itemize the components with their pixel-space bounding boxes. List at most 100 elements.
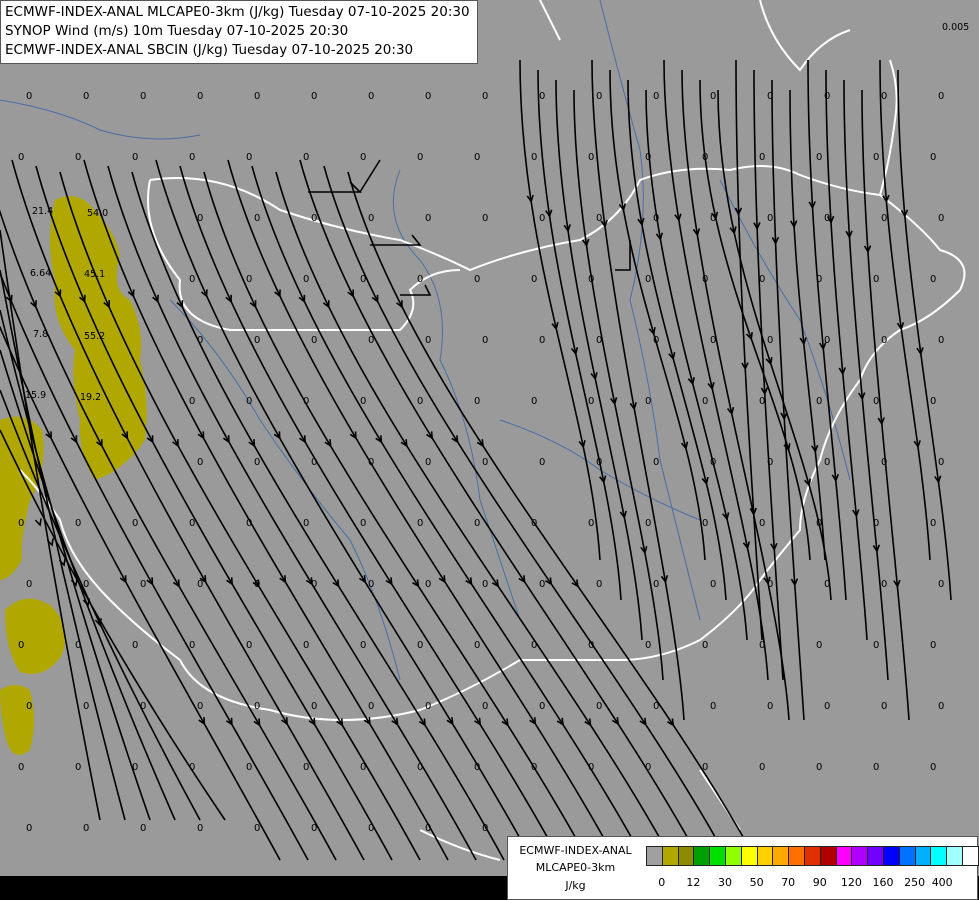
sbcin-zero-label: 0: [360, 518, 366, 529]
sbcin-zero-label: 0: [653, 335, 659, 346]
sbcin-zero-label: 0: [197, 213, 203, 224]
sbcin-zero-label: 0: [539, 213, 545, 224]
legend-tick-label: 160: [872, 876, 894, 889]
sbcin-zero-label: 0: [653, 701, 659, 712]
sbcin-zero-label: 0: [75, 762, 81, 773]
sbcin-zero-label: 0: [189, 274, 195, 285]
sbcin-zero-label: 0: [368, 335, 374, 346]
sbcin-zero-label: 0: [311, 701, 317, 712]
sbcin-zero-label: 0: [539, 457, 545, 468]
sbcin-label: 15.9: [25, 390, 46, 401]
legend-swatch: [740, 846, 758, 866]
sbcin-zero-label: 0: [246, 152, 252, 163]
sbcin-zero-label: 0: [474, 762, 480, 773]
sbcin-label: 54.0: [87, 208, 108, 219]
sbcin-zero-label: 0: [645, 640, 651, 651]
sbcin-zero-label: 0: [311, 823, 317, 834]
sbcin-zero-label: 0: [417, 274, 423, 285]
sbcin-zero-label: 0: [539, 91, 545, 102]
sbcin-zero-label: 0: [197, 823, 203, 834]
legend-swatch: [883, 846, 900, 866]
sbcin-zero-label: 0: [759, 640, 765, 651]
sbcin-label-small: 0.005: [942, 22, 969, 33]
sbcin-zero-label: 0: [710, 457, 716, 468]
sbcin-zero-label: 0: [18, 518, 24, 529]
sbcin-zero-label: 0: [596, 457, 602, 468]
sbcin-zero-label: 0: [368, 823, 374, 834]
sbcin-zero-label: 0: [588, 762, 594, 773]
sbcin-zero-label: 0: [18, 152, 24, 163]
sbcin-zero-label: 0: [303, 396, 309, 407]
sbcin-zero-label: 0: [482, 213, 488, 224]
sbcin-zero-label: 0: [303, 640, 309, 651]
sbcin-zero-label: 0: [140, 823, 146, 834]
sbcin-zero-label: 0: [246, 396, 252, 407]
sbcin-zero-label: 0: [759, 152, 765, 163]
sbcin-zero-label: 0: [254, 91, 260, 102]
header-line-wind: SYNOP Wind (m/s) 10m Tuesday 07-10-2025 …: [5, 23, 349, 39]
sbcin-zero-label: 0: [474, 274, 480, 285]
sbcin-zero-label: 0: [360, 640, 366, 651]
sbcin-zero-label: 0: [645, 274, 651, 285]
sbcin-zero-label: 0: [189, 396, 195, 407]
sbcin-zero-label: 0: [645, 396, 651, 407]
sbcin-zero-label: 0: [930, 152, 936, 163]
sbcin-zero-label: 0: [531, 396, 537, 407]
sbcin-zero-label: 0: [873, 274, 879, 285]
legend-title: ECMWF-INDEX-ANAL: [519, 844, 632, 857]
legend-swatch: [661, 846, 679, 866]
sbcin-zero-label: 0: [710, 213, 716, 224]
sbcin-zero-label: 0: [824, 701, 830, 712]
sbcin-zero-label: 0: [645, 762, 651, 773]
sbcin-zero-label: 0: [26, 823, 32, 834]
sbcin-zero-label: 0: [482, 91, 488, 102]
sbcin-zero-label: 0: [881, 91, 887, 102]
sbcin-zero-label: 0: [531, 640, 537, 651]
sbcin-zero-label: 0: [588, 152, 594, 163]
sbcin-zero-label: 0: [474, 640, 480, 651]
sbcin-zero-label: 0: [246, 274, 252, 285]
sbcin-zero-label: 0: [767, 91, 773, 102]
sbcin-zero-label: 0: [702, 518, 708, 529]
sbcin-zero-label: 0: [368, 701, 374, 712]
sbcin-zero-label: 0: [311, 213, 317, 224]
sbcin-zero-label: 0: [246, 762, 252, 773]
legend-swatch: [709, 846, 726, 866]
sbcin-zero-label: 0: [140, 91, 146, 102]
sbcin-zero-label: 0: [83, 701, 89, 712]
sbcin-zero-label: 0: [938, 457, 944, 468]
sbcin-zero-label: 0: [189, 518, 195, 529]
sbcin-zero-label: 0: [588, 640, 594, 651]
sbcin-zero-label: 0: [75, 640, 81, 651]
sbcin-zero-label: 0: [425, 213, 431, 224]
sbcin-zero-label: 0: [425, 701, 431, 712]
sbcin-zero-label: 0: [531, 152, 537, 163]
sbcin-zero-label: 0: [140, 701, 146, 712]
sbcin-zero-label: 0: [303, 274, 309, 285]
weather-map: 0 0 0 0 0 0 0 0 0 0 0 0 0 0 0 0 0 0 0 0 0 0 0 0 0 0 0 0 0 0 0 0 0 0 0 0 0 0 0 0…: [0, 0, 979, 900]
sbcin-zero-label: 0: [368, 579, 374, 590]
legend-swatch: [914, 846, 932, 866]
sbcin-zero-label: 0: [702, 640, 708, 651]
sbcin-zero-label: 0: [189, 762, 195, 773]
header-line-cin: ECMWF-INDEX-ANAL SBCIN (J/kg) Tuesday 07…: [5, 42, 414, 58]
sbcin-zero-label: 0: [938, 701, 944, 712]
sbcin-zero-label: 0: [303, 762, 309, 773]
sbcin-zero-label: 0: [246, 640, 252, 651]
sbcin-zero-label: 0: [75, 518, 81, 529]
sbcin-zero-label: 0: [254, 335, 260, 346]
sbcin-zero-label: 0: [759, 274, 765, 285]
sbcin-zero-label: 0: [596, 579, 602, 590]
sbcin-zero-label: 0: [360, 152, 366, 163]
sbcin-zero-label: 0: [881, 701, 887, 712]
sbcin-zero-label: 0: [930, 274, 936, 285]
legend-tick-label: 90: [812, 876, 827, 889]
sbcin-zero-label: 0: [710, 335, 716, 346]
legend-swatch: [646, 846, 663, 866]
sbcin-label: 45.1: [84, 269, 105, 280]
sbcin-zero-label: 0: [881, 457, 887, 468]
sbcin-zero-label: 0: [539, 701, 545, 712]
sbcin-zero-label: 0: [824, 213, 830, 224]
sbcin-zero-label: 0: [83, 91, 89, 102]
sbcin-zero-label: 0: [360, 762, 366, 773]
